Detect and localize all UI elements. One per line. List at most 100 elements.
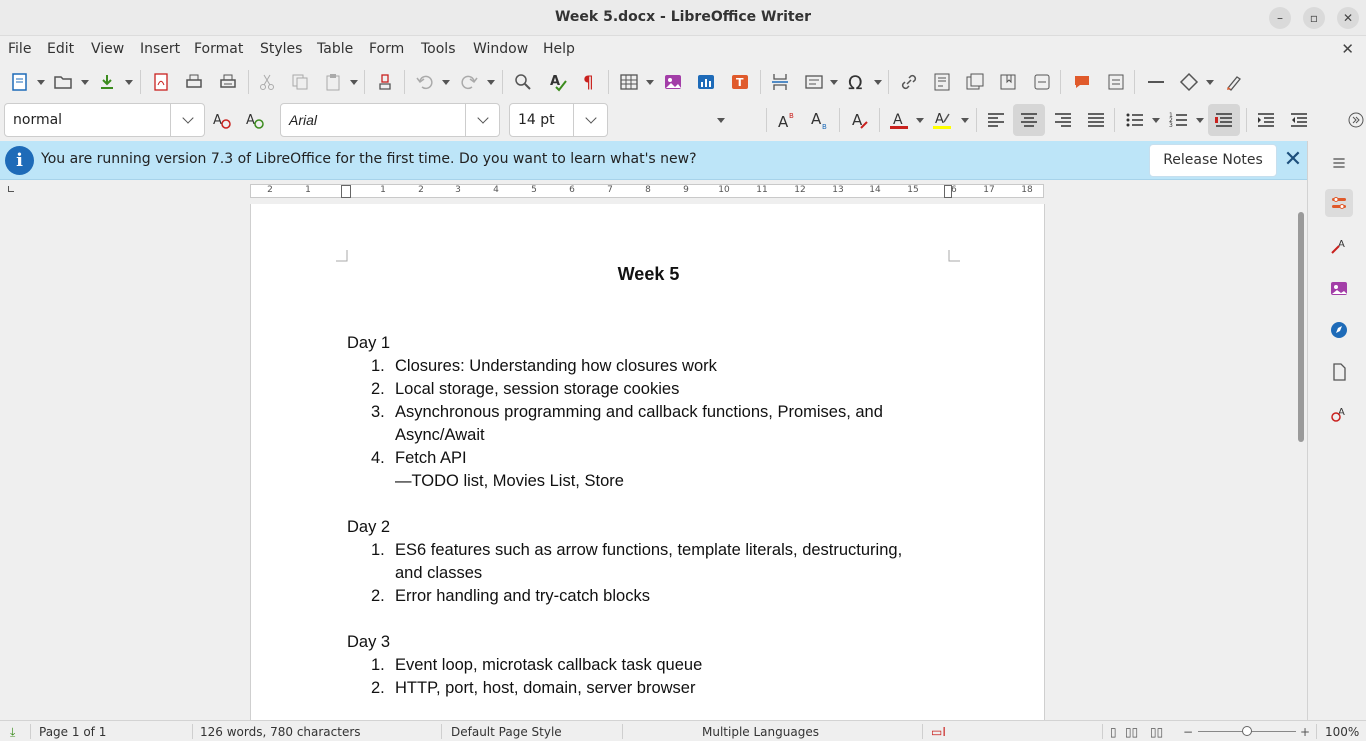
vertical-scrollbar[interactable]: [1294, 204, 1307, 720]
superscript-icon[interactable]: AB: [775, 108, 799, 132]
horizontal-ruler[interactable]: 2 1 1 2 3 4 5 6 7 8 9 10 11 12 13 14 15 …: [0, 180, 1307, 204]
draw-function-icon[interactable]: [1222, 70, 1246, 94]
page-count[interactable]: Page 1 of 1: [39, 725, 106, 739]
save-icon[interactable]: [95, 70, 119, 94]
page-style[interactable]: Default Page Style: [451, 725, 562, 739]
menu-help[interactable]: Help: [543, 41, 575, 57]
insert-mode-icon[interactable]: ▭I: [931, 725, 946, 739]
comment-icon[interactable]: [1070, 70, 1094, 94]
copy-icon[interactable]: [288, 70, 312, 94]
paste-dropdown-icon[interactable]: [350, 70, 358, 94]
multi-page-view-icon[interactable]: ▯▯: [1125, 725, 1138, 739]
book-view-icon[interactable]: ▯▯: [1150, 725, 1163, 739]
menu-styles[interactable]: Styles: [260, 41, 302, 57]
scrollbar-thumb[interactable]: [1298, 212, 1304, 442]
outline-list-icon[interactable]: [1208, 104, 1240, 136]
decrease-indent-icon[interactable]: [1287, 108, 1311, 132]
table-dropdown-icon[interactable]: [646, 70, 654, 94]
page-icon[interactable]: [1325, 358, 1353, 386]
print-icon[interactable]: [182, 70, 206, 94]
close-document-icon[interactable]: ✕: [1341, 40, 1354, 58]
zoom-out-icon[interactable]: −: [1183, 725, 1193, 739]
underline-dropdown-icon[interactable]: [717, 108, 725, 132]
unordered-list-dropdown-icon[interactable]: [1152, 108, 1160, 132]
paste-icon[interactable]: [321, 70, 345, 94]
font-name-combo[interactable]: Arial: [280, 103, 500, 137]
clone-formatting-icon[interactable]: [373, 70, 397, 94]
new-document-icon[interactable]: [8, 70, 32, 94]
undo-icon[interactable]: [413, 70, 437, 94]
document-page[interactable]: Week 5 Day 1 1. Closures: Understanding …: [250, 204, 1045, 720]
justify-icon[interactable]: [1084, 108, 1108, 132]
style-inspector-icon[interactable]: A: [1325, 400, 1353, 428]
new-style-icon[interactable]: A: [243, 108, 267, 132]
right-indent-marker[interactable]: [944, 185, 952, 198]
bookmark-icon[interactable]: [996, 70, 1020, 94]
special-character-icon[interactable]: Ω: [844, 70, 868, 94]
chevron-down-icon[interactable]: [465, 104, 499, 136]
highlight-color-icon[interactable]: A: [930, 108, 954, 132]
update-style-icon[interactable]: A: [210, 108, 234, 132]
cross-reference-icon[interactable]: [1030, 70, 1054, 94]
insert-field-icon[interactable]: [802, 70, 826, 94]
menu-window[interactable]: Window: [473, 41, 528, 57]
print-preview-icon[interactable]: [216, 70, 240, 94]
zoom-slider-handle[interactable]: [1242, 726, 1252, 736]
release-notes-button[interactable]: Release Notes: [1149, 144, 1277, 177]
subscript-icon[interactable]: AB: [808, 108, 832, 132]
insert-textbox-icon[interactable]: T: [728, 70, 752, 94]
paragraph-style-combo[interactable]: normal: [4, 103, 205, 137]
menu-table[interactable]: Table: [317, 41, 353, 57]
page-break-icon[interactable]: [768, 70, 792, 94]
align-left-icon[interactable]: [984, 108, 1008, 132]
save-dropdown-icon[interactable]: [125, 70, 133, 94]
menu-edit[interactable]: Edit: [47, 41, 74, 57]
properties-icon[interactable]: [1325, 189, 1353, 217]
redo-dropdown-icon[interactable]: [487, 70, 495, 94]
single-page-view-icon[interactable]: ▯: [1110, 725, 1117, 739]
font-color-icon[interactable]: A: [887, 108, 911, 132]
open-folder-icon[interactable]: [51, 70, 75, 94]
clear-formatting-icon[interactable]: A: [848, 108, 872, 132]
close-window-button[interactable]: ✕: [1337, 7, 1359, 29]
shapes-dropdown-icon[interactable]: [1206, 70, 1214, 94]
language-status[interactable]: Multiple Languages: [702, 725, 819, 739]
zoom-level[interactable]: 100%: [1325, 725, 1359, 739]
field-dropdown-icon[interactable]: [830, 70, 838, 94]
basic-shapes-icon[interactable]: [1177, 70, 1201, 94]
insert-line-icon[interactable]: [1144, 70, 1168, 94]
unordered-list-icon[interactable]: [1123, 108, 1147, 132]
sidebar-menu-icon[interactable]: [1325, 149, 1353, 177]
gallery-icon[interactable]: [1325, 274, 1353, 302]
more-options-icon[interactable]: [1346, 108, 1366, 132]
ordered-list-dropdown-icon[interactable]: [1196, 108, 1204, 132]
insert-image-icon[interactable]: [661, 70, 685, 94]
chevron-down-icon[interactable]: [170, 104, 204, 136]
chevron-down-icon[interactable]: [573, 104, 607, 136]
menu-form[interactable]: Form: [369, 41, 404, 57]
zoom-in-icon[interactable]: +: [1300, 725, 1310, 739]
special-character-dropdown-icon[interactable]: [874, 70, 882, 94]
close-infobar-icon[interactable]: ✕: [1282, 148, 1304, 172]
word-count[interactable]: 126 words, 780 characters: [200, 725, 361, 739]
menu-view[interactable]: View: [91, 41, 124, 57]
hyperlink-icon[interactable]: [897, 70, 921, 94]
track-changes-icon[interactable]: [1104, 70, 1128, 94]
align-center-icon[interactable]: [1013, 104, 1045, 136]
align-right-icon[interactable]: [1051, 108, 1075, 132]
navigator-icon[interactable]: [1325, 316, 1353, 344]
styles-icon[interactable]: A: [1325, 232, 1353, 260]
menu-insert[interactable]: Insert: [140, 41, 180, 57]
increase-indent-icon[interactable]: [1254, 108, 1278, 132]
cut-icon[interactable]: [255, 70, 279, 94]
export-pdf-icon[interactable]: [149, 70, 173, 94]
new-dropdown-icon[interactable]: [37, 70, 45, 94]
footnote-icon[interactable]: [930, 70, 954, 94]
menu-tools[interactable]: Tools: [421, 41, 456, 57]
tab-stop-icon[interactable]: [8, 186, 14, 192]
insert-table-icon[interactable]: [617, 70, 641, 94]
endnote-icon[interactable]: [963, 70, 987, 94]
undo-dropdown-icon[interactable]: [442, 70, 450, 94]
ordered-list-icon[interactable]: 123: [1167, 108, 1191, 132]
spelling-icon[interactable]: A: [546, 70, 570, 94]
